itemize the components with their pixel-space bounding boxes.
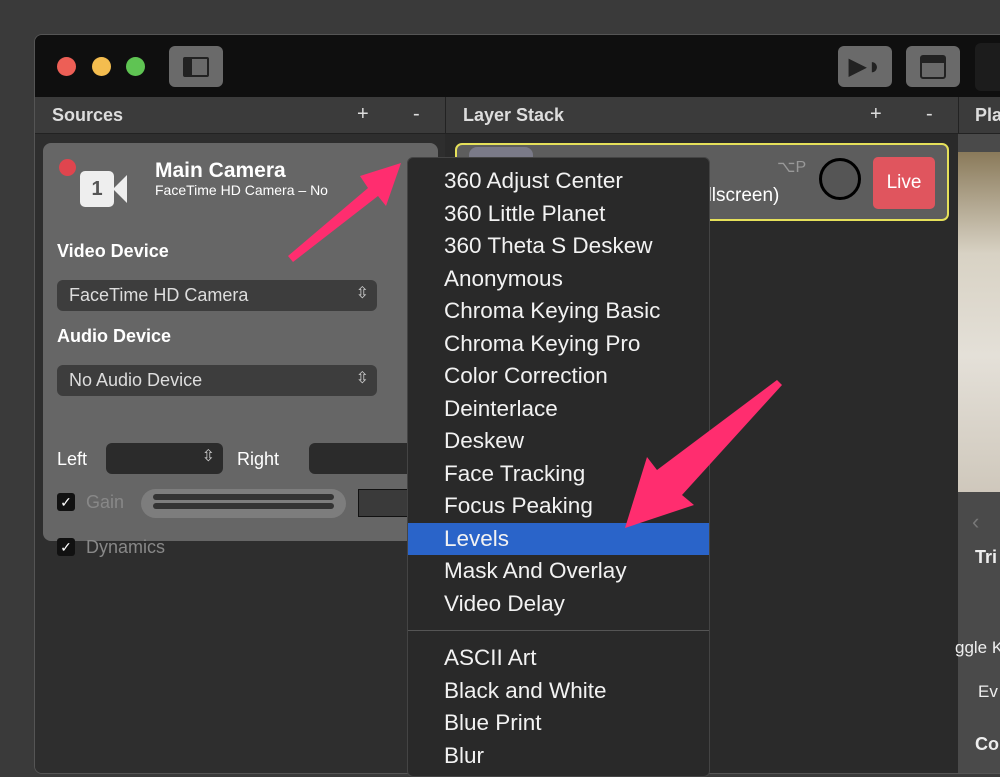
add-layer-button[interactable]: +: [870, 103, 882, 126]
chevron-updown-icon: ⇳: [355, 285, 369, 302]
source-card-main-camera[interactable]: 1 Main Camera FaceTime HD Camera – No Vi…: [43, 143, 438, 557]
section-title-2: Co: [975, 734, 999, 754]
audio-device-label: Audio Device: [57, 326, 172, 346]
chevron-updown-icon: ⇳: [201, 448, 215, 465]
broadcast-button[interactable]: ▶︎◗: [838, 46, 892, 87]
menu-item[interactable]: Mask And Overlay: [408, 555, 709, 588]
menu-item[interactable]: Color Correction: [408, 360, 709, 393]
dynamics-label: Dynamics: [86, 537, 166, 557]
menu-separator: [408, 630, 709, 631]
menu-item[interactable]: Black and White: [408, 675, 709, 708]
sidebar-toggle-button[interactable]: [169, 46, 223, 87]
add-source-button[interactable]: +: [357, 103, 369, 126]
record-indicator: [59, 159, 76, 176]
chevron-left-icon[interactable]: ‹: [972, 509, 979, 535]
gain-label: Gain: [86, 492, 125, 512]
audio-device-select[interactable]: No Audio Device ⇳: [57, 365, 377, 396]
section-title: Tri: [975, 547, 998, 567]
close-button[interactable]: [57, 57, 76, 76]
menu-item[interactable]: Deskew: [408, 425, 709, 458]
toolbar-field[interactable]: [975, 43, 1000, 91]
toggle-label: ggle K: [955, 638, 1000, 657]
menu-item[interactable]: Anonymous: [408, 263, 709, 296]
menu-item[interactable]: 360 Theta S Deskew: [408, 230, 709, 263]
remove-source-button[interactable]: -: [413, 103, 420, 126]
preview-image: [958, 152, 1000, 492]
menu-item[interactable]: Video Delay: [408, 588, 709, 621]
play-broadcast-icon: ▶︎◗: [848, 53, 882, 80]
right-channel-label: Right: [237, 449, 280, 469]
camera-number: 1: [91, 178, 103, 200]
menu-item[interactable]: Face Tracking: [408, 458, 709, 491]
title-bar: ▶︎◗: [35, 35, 1000, 97]
video-device-label: Video Device: [57, 241, 169, 261]
right-panel: ‹ Tri ggle K Ev Co: [955, 134, 1000, 773]
zoom-button[interactable]: [126, 57, 145, 76]
left-channel-label: Left: [57, 449, 88, 469]
menu-item[interactable]: ASCII Art: [408, 642, 709, 675]
left-channel-select[interactable]: ⇳: [106, 443, 223, 474]
event-label: Ev: [978, 682, 998, 701]
layer-shortcut: ⌥P: [777, 159, 807, 176]
minimize-button[interactable]: [92, 57, 111, 76]
dynamics-checkbox[interactable]: ✓: [57, 538, 75, 556]
menu-item[interactable]: Blue Print: [408, 707, 709, 740]
right-panel-header: Pla: [958, 97, 1000, 134]
menu-item[interactable]: Deinterlace: [408, 393, 709, 426]
remove-layer-button[interactable]: -: [926, 103, 933, 126]
menu-item[interactable]: Chroma Keying Basic: [408, 295, 709, 328]
right-panel-title: Pla: [975, 105, 1000, 125]
menu-item[interactable]: Levels: [408, 522, 709, 555]
sources-title: Sources: [52, 105, 124, 125]
gain-checkbox[interactable]: ✓: [57, 493, 75, 511]
layer-stack-title: Layer Stack: [463, 105, 565, 125]
video-device-select[interactable]: FaceTime HD Camera ⇳: [57, 280, 377, 311]
clapperboard-icon: [920, 54, 946, 79]
opacity-knob[interactable]: [819, 158, 861, 200]
menu-item[interactable]: Focus Peaking: [408, 490, 709, 523]
filter-menu: 360 Adjust Center 360 Little Planet 360 Th…: [407, 157, 710, 777]
sources-header: Sources + -: [35, 97, 445, 134]
source-name: Main Camera: [155, 159, 286, 182]
gain-slider[interactable]: [141, 489, 346, 518]
video-device-value: FaceTime HD Camera: [69, 285, 249, 305]
sidebar-icon: [183, 56, 209, 77]
clapper-button[interactable]: [906, 46, 960, 87]
menu-item[interactable]: 360 Little Planet: [408, 198, 709, 231]
chevron-updown-icon: ⇳: [355, 370, 369, 387]
audio-device-value: No Audio Device: [69, 370, 203, 390]
live-button[interactable]: Live: [873, 157, 935, 209]
camera-icon: 1: [80, 171, 114, 207]
menu-item[interactable]: 360 Adjust Center: [408, 165, 709, 198]
layer-stack-header: Layer Stack + -: [445, 97, 958, 134]
menu-item[interactable]: Chroma Keying Pro: [408, 328, 709, 361]
source-subtitle: FaceTime HD Camera – No: [155, 182, 328, 198]
